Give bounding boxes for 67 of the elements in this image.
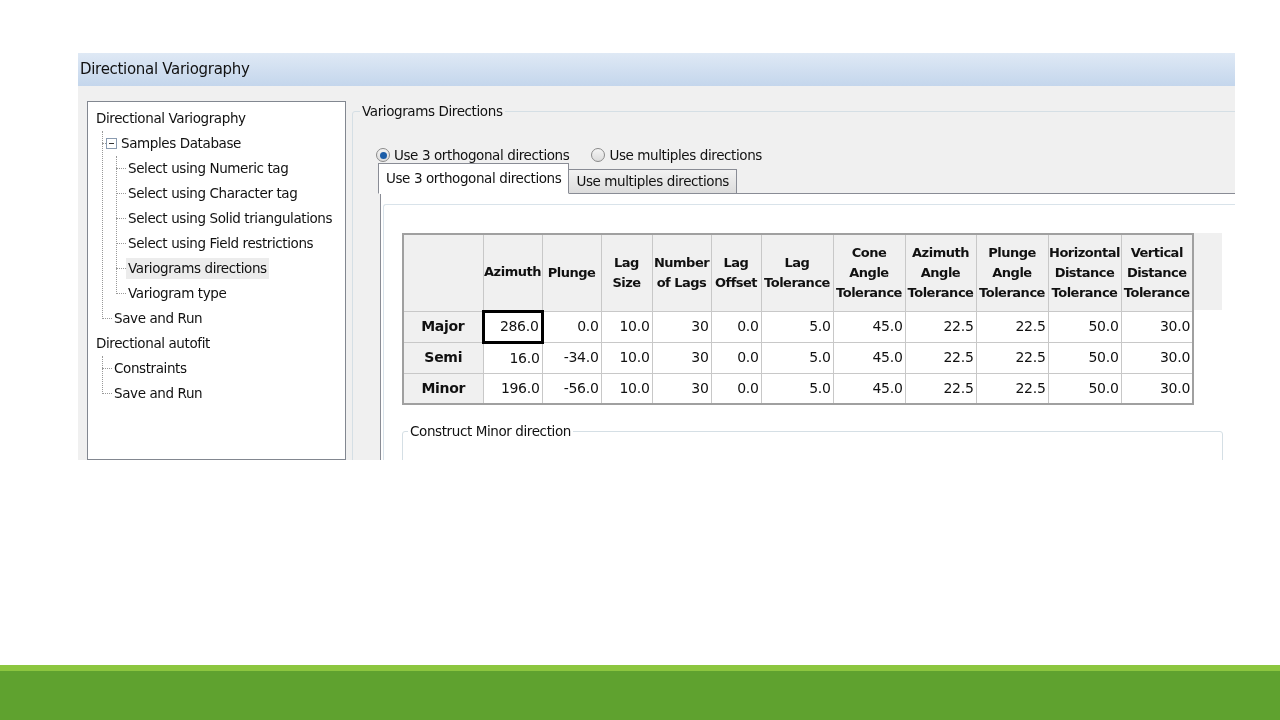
column-header: Horizontal Distance Tolerance [1048, 234, 1121, 311]
tree-item[interactable]: Select using Field restrictions [126, 233, 316, 254]
table-cell[interactable]: 22.5 [976, 373, 1048, 404]
table-cell[interactable]: 22.5 [905, 342, 976, 373]
table-cell[interactable]: 45.0 [833, 311, 905, 342]
row-header: Minor [403, 373, 483, 404]
table-cell[interactable]: 196.0 [483, 373, 542, 404]
tab[interactable]: Use multiples directions [569, 169, 737, 194]
table-cell[interactable]: 50.0 [1048, 342, 1121, 373]
table-cell[interactable]: 22.5 [905, 373, 976, 404]
column-header: Cone Angle Tolerance [833, 234, 905, 311]
table-cell[interactable]: 30.0 [1121, 311, 1193, 342]
tree-item[interactable]: Select using Numeric tag [126, 158, 291, 179]
column-header: Number of Lags [652, 234, 711, 311]
column-header: Azimuth [483, 234, 542, 311]
table-cell[interactable]: 10.0 [601, 342, 652, 373]
table-cell[interactable]: 22.5 [976, 311, 1048, 342]
table-cell[interactable]: 45.0 [833, 373, 905, 404]
table-cell[interactable]: 5.0 [761, 373, 833, 404]
column-header: Lag Size [601, 234, 652, 311]
tree-item[interactable]: Select using Character tag [126, 183, 300, 204]
tree-item[interactable]: Variogram type [126, 283, 229, 304]
table-cell[interactable]: 50.0 [1048, 373, 1121, 404]
table-cell[interactable]: 22.5 [905, 311, 976, 342]
column-header: Plunge Angle Tolerance [976, 234, 1048, 311]
table-cell[interactable]: 30 [652, 311, 711, 342]
column-header: Vertical Distance Tolerance [1121, 234, 1193, 311]
table-cell[interactable]: 45.0 [833, 342, 905, 373]
radio-label: Use multiples directions [609, 146, 762, 165]
tree-item[interactable]: Variograms directions [126, 258, 269, 279]
tree-item[interactable]: Directional Variography [94, 108, 248, 129]
column-header: Lag Offset [711, 234, 761, 311]
column-header: Lag Tolerance [761, 234, 833, 311]
tree-item[interactable]: Select using Solid triangulations [126, 208, 335, 229]
tree-item[interactable]: Directional autofit [94, 333, 212, 354]
table-cell[interactable]: 16.0 [483, 342, 542, 373]
table-cell[interactable]: 30 [652, 373, 711, 404]
table-cell[interactable]: 5.0 [761, 342, 833, 373]
tab[interactable]: Use 3 orthogonal directions [378, 163, 570, 194]
table-cell[interactable]: 50.0 [1048, 311, 1121, 342]
column-header: Plunge [542, 234, 601, 311]
table-cell[interactable]: 286.0 [483, 311, 542, 342]
radio-button[interactable] [376, 148, 390, 163]
table-cell[interactable]: 0.0 [542, 311, 601, 342]
tree-item[interactable]: Constraints [112, 358, 189, 379]
table-cell[interactable]: 10.0 [601, 373, 652, 404]
table-cell[interactable]: -34.0 [542, 342, 601, 373]
table-cell[interactable]: 0.0 [711, 373, 761, 404]
table-cell[interactable]: -56.0 [542, 373, 601, 404]
table-cell[interactable]: 0.0 [711, 311, 761, 342]
radio-button[interactable] [591, 148, 606, 163]
table-cell[interactable]: 10.0 [601, 311, 652, 342]
tree-item[interactable]: Save and Run [112, 308, 205, 329]
table-cell[interactable]: 30.0 [1121, 373, 1193, 404]
window-title: Directional Variography [78, 53, 1235, 86]
row-header: Major [403, 311, 483, 342]
table-cell[interactable]: 30.0 [1121, 342, 1193, 373]
table-cell[interactable]: 22.5 [976, 342, 1048, 373]
collapse-icon[interactable] [106, 138, 117, 149]
row-header: Semi [403, 342, 483, 373]
column-header: Azimuth Angle Tolerance [905, 234, 976, 311]
tree-item[interactable]: Samples Database [119, 133, 243, 154]
tree-item[interactable]: Save and Run [112, 383, 205, 404]
table-cell[interactable]: 5.0 [761, 311, 833, 342]
table-cell[interactable]: 30 [652, 342, 711, 373]
radio-label: Use 3 orthogonal directions [394, 146, 570, 165]
table-cell[interactable]: 0.0 [711, 342, 761, 373]
